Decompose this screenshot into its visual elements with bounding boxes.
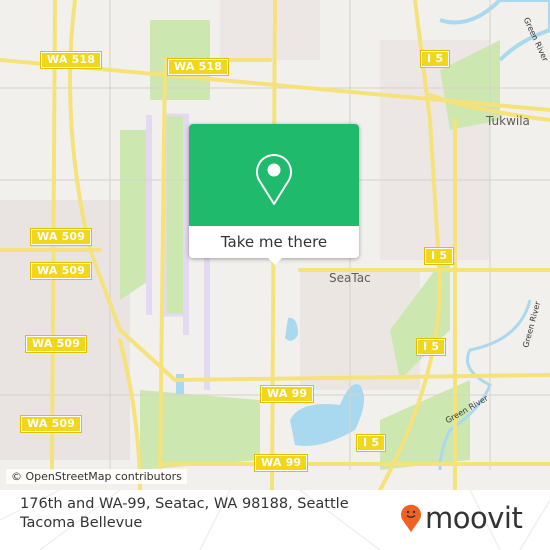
map-view[interactable]: WA 518 WA 518 I 5 I 5 I 5 I 5 WA 509 WA … (0, 0, 550, 490)
wa99-shield: WA 99 (259, 385, 315, 403)
lake (285, 317, 298, 341)
take-me-there-button[interactable]: Take me there (189, 226, 359, 258)
wa509-shield: WA 509 (29, 262, 93, 280)
park (140, 390, 260, 470)
wa509-shield: WA 509 (29, 228, 93, 246)
moovit-logo-text: moovit (425, 501, 523, 535)
i5-shield: I 5 (423, 247, 455, 265)
map-attribution[interactable]: © OpenStreetMap contributors (6, 469, 187, 484)
address-text: 176th and WA-99, Seatac, WA 98188, Seatt… (20, 496, 349, 531)
location-pin-icon (256, 154, 292, 205)
i5-shield: I 5 (355, 434, 387, 452)
wa518-shield: WA 518 (39, 51, 103, 69)
popup-pointer (267, 257, 283, 265)
destination-popup[interactable]: Take me there (189, 124, 359, 265)
wa509-shield: WA 509 (19, 415, 83, 433)
i5-shield: I 5 (419, 50, 451, 68)
moovit-logo[interactable]: moovit (400, 498, 523, 538)
runway (204, 255, 210, 390)
footer: 176th and WA-99, Seatac, WA 98188, Seatt… (0, 490, 550, 550)
moovit-pin-icon (401, 504, 421, 532)
wa518-shield: WA 518 (166, 58, 230, 76)
wa509-shield: WA 509 (24, 335, 88, 353)
wa99-shield: WA 99 (253, 454, 309, 472)
popup-header[interactable] (189, 124, 359, 226)
park (120, 130, 150, 300)
residential-area (220, 0, 320, 60)
place-label-tukwila: Tukwila (486, 114, 530, 128)
pond (176, 374, 184, 394)
i5-shield: I 5 (415, 338, 447, 356)
place-label-seatac: SeaTac (329, 271, 371, 285)
runway (146, 115, 152, 315)
